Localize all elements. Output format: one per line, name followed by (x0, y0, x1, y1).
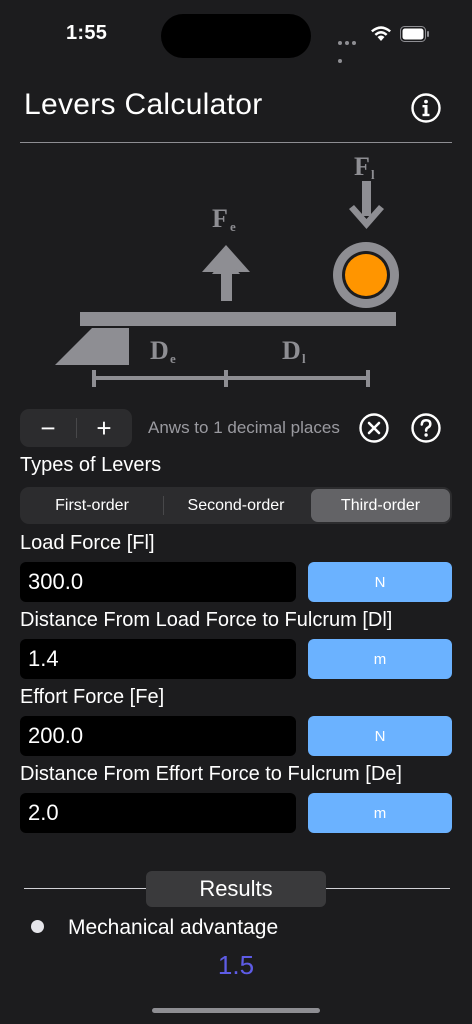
effort-distance-unit-button[interactable]: m (308, 793, 452, 833)
results-divider-right (326, 888, 450, 889)
precision-text: Anws to 1 decimal places (148, 418, 340, 437)
load-force-unit-button[interactable]: N (308, 562, 452, 602)
load-distance-input[interactable]: 1.4 (20, 639, 296, 679)
info-icon[interactable] (410, 92, 442, 124)
effort-force-input[interactable]: 200.0 (20, 716, 296, 756)
status-time: 1:55 (66, 22, 108, 44)
lever-diagram: F e F l D e D l (55, 152, 399, 387)
effort-force-sub: e (230, 219, 236, 234)
load-force-sub: l (371, 167, 375, 182)
dynamic-island (161, 14, 311, 58)
battery-icon (400, 26, 429, 42)
effort-force-unit-button[interactable]: N (308, 716, 452, 756)
effort-force-label: F (212, 204, 228, 233)
load-force-label: F (354, 152, 370, 181)
effort-arrow-icon (202, 245, 250, 301)
load-distance-field-label: Distance From Load Force to Fulcrum [Dl] (20, 609, 393, 631)
effort-force-field-label: Effort Force [Fe] (20, 686, 165, 708)
load-force-input[interactable]: 300.0 (20, 562, 296, 602)
decrease-precision-button[interactable]: − (20, 409, 76, 447)
effort-distance-input[interactable]: 2.0 (20, 793, 296, 833)
signal-icon (338, 32, 364, 63)
precision-stepper: − + (20, 409, 132, 447)
results-header: Results (146, 871, 326, 907)
effort-distance-label: D (150, 336, 169, 365)
lever-beam (80, 312, 396, 326)
lever-type-segmented-control: First-order Second-order Third-order (20, 487, 452, 524)
results-divider-left (24, 888, 146, 889)
clear-icon[interactable] (358, 412, 390, 444)
lever-types-label: Types of Levers (20, 454, 162, 476)
segment-first-order[interactable]: First-order (22, 489, 162, 522)
effort-distance-field-label: Distance From Effort Force to Fulcrum [D… (20, 763, 402, 785)
help-icon[interactable] (410, 412, 442, 444)
page-title: Levers Calculator (24, 88, 263, 121)
header-divider (20, 142, 452, 143)
increase-precision-button[interactable]: + (76, 409, 132, 447)
fulcrum-icon (55, 328, 129, 365)
load-distance-sub: l (302, 351, 306, 366)
effort-distance-sub: e (170, 351, 176, 366)
dimension-line (92, 370, 370, 387)
segment-third-order[interactable]: Third-order (311, 489, 450, 522)
bullet-icon (31, 920, 44, 933)
mechanical-advantage-value: 1.5 (217, 950, 255, 980)
load-arrow-icon (349, 181, 384, 229)
load-distance-label: D (282, 336, 301, 365)
wifi-icon (371, 26, 391, 41)
home-indicator (152, 1008, 320, 1013)
load-force-field-label: Load Force [Fl] (20, 532, 155, 554)
load-distance-unit-button[interactable]: m (308, 639, 452, 679)
segment-second-order[interactable]: Second-order (164, 489, 308, 522)
mechanical-advantage-label: Mechanical advantage (68, 916, 279, 939)
